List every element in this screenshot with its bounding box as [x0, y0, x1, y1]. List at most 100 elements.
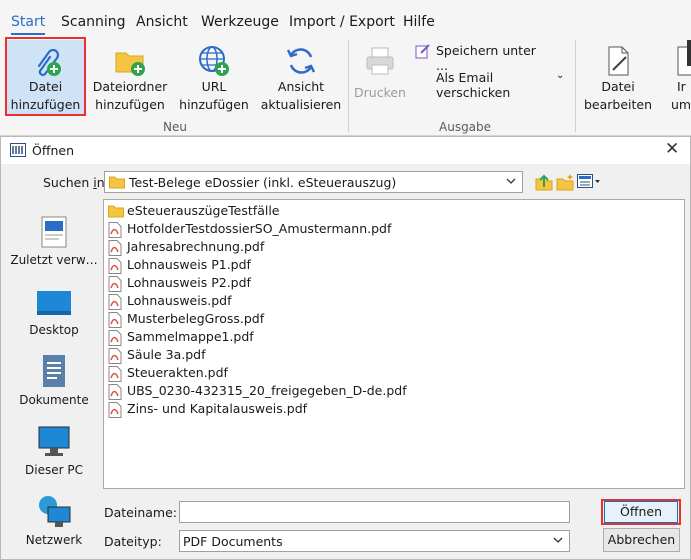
tab-hilfe[interactable]: Hilfe	[403, 9, 435, 35]
pdf-file-icon	[108, 240, 122, 256]
file-name: HotfolderTestdossierSO_Amustermann.pdf	[127, 221, 392, 236]
file-name: Zins- und Kapitalausweis.pdf	[127, 401, 308, 416]
send-email-button[interactable]: Als Email verschicken ⌄	[436, 70, 568, 100]
place-recent[interactable]: Zuletzt verw…	[7, 213, 101, 267]
tab-start[interactable]: Start	[11, 9, 46, 35]
pdf-file-icon	[108, 222, 122, 238]
dialog-titlebar: Öffnen ✕	[1, 137, 690, 164]
view-menu-icon[interactable]	[577, 174, 601, 193]
file-name: Lohnausweis P1.pdf	[127, 257, 251, 272]
add-file-label-1: Datei	[28, 79, 63, 94]
save-as-label: Speichern unter ...	[436, 43, 536, 73]
save-as-button[interactable]: Speichern unter ...	[415, 43, 540, 73]
add-folder-button[interactable]: Dateiordner hinzufügen	[92, 40, 168, 114]
printer-icon	[363, 44, 397, 78]
file-list[interactable]: eSteuerauszügeTestfälle HotfolderTestdoss…	[103, 199, 685, 489]
look-in-value: Test-Belege eDossier (inkl. eSteuerauszu…	[129, 175, 397, 190]
edit-file-label-1: Datei	[601, 79, 635, 94]
look-in-label: Suchen in:	[43, 175, 109, 190]
file-name: Steuerakten.pdf	[127, 365, 228, 380]
pdf-file-icon	[108, 402, 122, 418]
add-url-button[interactable]: URL hinzufügen	[176, 40, 252, 114]
pdf-file-icon	[108, 330, 122, 346]
add-file-button[interactable]: Datei hinzufügen	[7, 40, 84, 114]
place-desktop[interactable]: Desktop	[7, 283, 101, 337]
refresh-icon	[284, 44, 318, 78]
add-folder-label-2: hinzufügen	[95, 97, 165, 112]
place-label: Dokumente	[19, 393, 89, 407]
refresh-label-1: Ansicht	[277, 79, 325, 94]
group-label-output: Ausgabe	[439, 120, 492, 134]
file-name: UBS_0230-432315_20_freigegeben_D-de.pdf	[127, 383, 407, 398]
place-network[interactable]: Netzwerk	[7, 493, 101, 547]
place-this-pc[interactable]: Dieser PC	[7, 423, 101, 477]
dialog-app-icon	[10, 143, 26, 160]
filetype-label: Dateityp:	[104, 534, 162, 549]
filename-label: Dateiname:	[104, 505, 178, 520]
chevron-down-icon	[553, 537, 563, 543]
pdf-file-icon	[108, 276, 122, 292]
group-separator	[575, 40, 576, 132]
document-edit-icon	[601, 44, 635, 78]
add-url-label-2: hinzufügen	[179, 97, 249, 112]
globe-add-icon	[197, 44, 231, 78]
recent-icon	[34, 213, 74, 253]
add-url-label-1: URL	[201, 79, 227, 94]
save-pen-icon	[415, 43, 431, 62]
file-name: eSteuerauszügeTestfälle	[127, 203, 280, 218]
file-name: Säule 3a.pdf	[127, 347, 206, 362]
print-label: Drucken	[354, 85, 406, 100]
chevron-down-icon	[506, 178, 516, 184]
file-name: Lohnausweis.pdf	[127, 293, 232, 308]
folder-icon	[108, 204, 124, 219]
look-in-combo[interactable]: Test-Belege eDossier (inkl. eSteuerauszu…	[104, 171, 523, 193]
group-separator	[348, 40, 349, 132]
pdf-file-icon	[108, 348, 122, 364]
filetype-select[interactable]: PDF Documents	[179, 530, 570, 552]
paperclip-add-icon	[29, 44, 63, 78]
place-label: Zuletzt verw…	[10, 253, 98, 267]
file-name: MusterbelegGross.pdf	[127, 311, 265, 326]
cut-off-label-2: um	[671, 97, 691, 112]
desktop-icon	[34, 283, 74, 323]
pdf-file-icon	[108, 384, 122, 400]
filename-input[interactable]	[179, 501, 570, 523]
tab-import-export[interactable]: Import / Export	[289, 9, 395, 35]
file-name: Jahresabrechnung.pdf	[127, 239, 265, 254]
up-folder-icon[interactable]	[535, 173, 553, 194]
edit-file-label-2: bearbeiten	[583, 97, 653, 112]
add-file-label-2: hinzufügen	[10, 97, 81, 112]
new-folder-icon[interactable]	[556, 173, 574, 194]
group-label-new: Neu	[163, 120, 187, 134]
folder-add-icon	[113, 44, 147, 78]
refresh-view-button[interactable]: Ansicht aktualisieren	[260, 40, 342, 114]
place-label: Desktop	[29, 323, 79, 337]
file-name: Lohnausweis P2.pdf	[127, 275, 251, 290]
scroll-edge	[687, 40, 691, 66]
pdf-file-icon	[108, 294, 122, 310]
place-label: Netzwerk	[25, 533, 83, 547]
pdf-file-icon	[108, 366, 122, 382]
refresh-label-2: aktualisieren	[260, 97, 342, 112]
folder-icon	[109, 175, 125, 192]
print-button[interactable]: Drucken	[352, 40, 408, 102]
place-label: Dieser PC	[25, 463, 83, 477]
open-button[interactable]: Öffnen	[604, 501, 678, 523]
cancel-button[interactable]: Abbrechen	[603, 528, 680, 552]
network-icon	[34, 493, 74, 533]
cut-off-label-1: Ir	[677, 79, 686, 94]
ribbon: Start Scanning Ansicht Werkzeuge Import …	[0, 0, 691, 136]
edit-file-button[interactable]: Datei bearbeiten	[580, 40, 656, 114]
pc-icon	[34, 423, 74, 463]
add-folder-label-1: Dateiordner	[92, 79, 168, 94]
tab-werkzeuge[interactable]: Werkzeuge	[201, 9, 279, 35]
documents-icon	[34, 353, 74, 393]
tab-scanning[interactable]: Scanning	[61, 9, 126, 35]
chevron-down-icon: ⌄	[556, 70, 565, 81]
ribbon-tabbar: Start Scanning Ansicht Werkzeuge Import …	[0, 9, 691, 35]
place-documents[interactable]: Dokumente	[7, 353, 101, 407]
file-name: Sammelmappe1.pdf	[127, 329, 254, 344]
tab-ansicht[interactable]: Ansicht	[136, 9, 188, 35]
filetype-value: PDF Documents	[183, 534, 283, 549]
close-icon[interactable]: ✕	[665, 139, 679, 159]
